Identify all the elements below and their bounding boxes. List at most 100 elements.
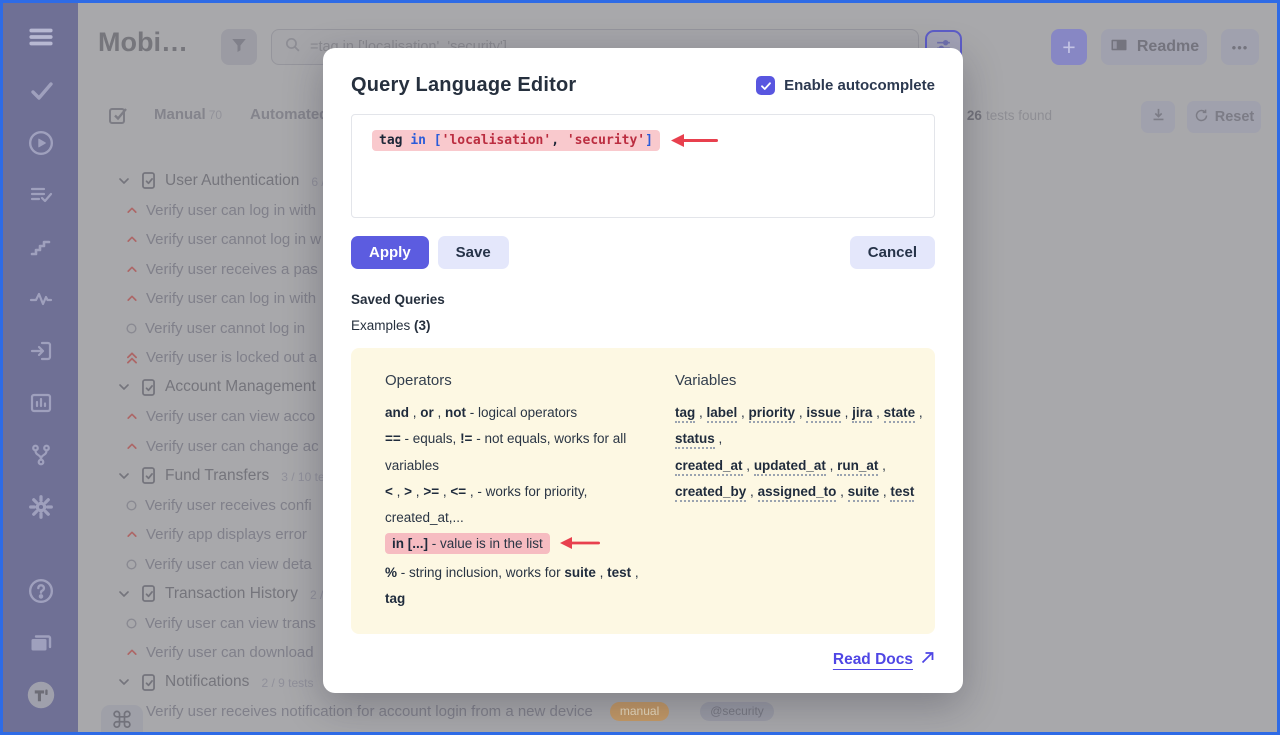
suite-title: Account Management xyxy=(165,378,316,396)
gear-icon[interactable] xyxy=(27,495,55,519)
variables-title: Variables xyxy=(675,372,923,389)
task-list-icon[interactable] xyxy=(27,183,55,207)
examples-text: Examples xyxy=(351,318,410,333)
priority-high-icon xyxy=(125,292,139,305)
bar-chart-icon[interactable] xyxy=(27,391,55,415)
checkbox-checked-icon[interactable] xyxy=(756,76,775,95)
help-text: , xyxy=(795,405,806,420)
project-title: Mobi… xyxy=(98,27,188,58)
tree-test-row[interactable]: Verify user receives notification for ac… xyxy=(102,697,1277,727)
help-text: , xyxy=(878,458,886,473)
suite-title: Fund Transfers xyxy=(165,467,269,485)
priority-high-icon xyxy=(125,263,139,276)
test-title: Verify user receives confi xyxy=(145,497,312,514)
help-text: , xyxy=(695,405,706,420)
results-number: 26 xyxy=(967,108,982,123)
query-language-editor-modal: Query Language Editor Enable autocomplet… xyxy=(323,48,963,693)
folders-icon[interactable] xyxy=(27,631,55,655)
tag-badge[interactable]: @security xyxy=(700,702,774,721)
saved-queries-label[interactable]: Saved Queries xyxy=(351,292,935,307)
variable-name: status xyxy=(675,431,715,449)
document-icon xyxy=(139,673,158,692)
suite-title: Transaction History xyxy=(165,585,298,603)
help-text: or xyxy=(420,405,434,420)
test-title: Verify user cannot log in xyxy=(145,320,305,337)
help-text: , xyxy=(412,484,423,499)
chevron-down-icon xyxy=(116,674,132,690)
help-text: , xyxy=(439,484,450,499)
branch-icon[interactable] xyxy=(27,443,55,467)
help-text: , xyxy=(872,405,883,420)
search-icon xyxy=(284,36,301,58)
reset-button[interactable]: Reset xyxy=(1187,101,1261,133)
help-line: variables xyxy=(385,453,675,479)
document-icon xyxy=(139,466,158,485)
test-title: Verify user can log in with xyxy=(146,202,316,219)
add-test-button[interactable]: + xyxy=(1051,29,1087,65)
tab-automated-label: Automated xyxy=(250,106,328,123)
priority-high-icon xyxy=(125,528,139,541)
filter-button[interactable] xyxy=(221,29,257,65)
apply-button[interactable]: Apply xyxy=(351,236,429,269)
activity-pulse-icon[interactable] xyxy=(27,287,55,311)
help-line: and , or , not - logical operators xyxy=(385,400,675,426)
read-docs-link[interactable]: Read Docs xyxy=(833,650,935,670)
help-text: - string inclusion, works for xyxy=(397,565,564,580)
examples-count: (3) xyxy=(414,318,431,333)
help-text: tag xyxy=(385,591,405,606)
book-icon xyxy=(1109,36,1129,59)
select-all-icon[interactable] xyxy=(106,103,130,132)
document-icon xyxy=(139,171,158,190)
modal-title: Query Language Editor xyxy=(351,74,576,97)
test-title: Verify user can view deta xyxy=(145,556,312,573)
help-text: , - works for priority, xyxy=(466,484,587,499)
code-token: [ xyxy=(434,133,442,148)
download-button[interactable] xyxy=(1141,101,1175,133)
help-circle-icon[interactable] xyxy=(27,579,55,603)
query-code-editor[interactable]: tag in ['localisation', 'security'] xyxy=(351,114,935,218)
reset-label: Reset xyxy=(1215,109,1255,125)
sidebar xyxy=(3,3,78,732)
red-arrow-icon xyxy=(559,533,601,559)
help-text: != xyxy=(460,431,472,446)
refresh-icon xyxy=(1194,108,1209,127)
funnel-icon xyxy=(230,36,248,59)
download-icon xyxy=(1150,106,1167,128)
help-text: suite xyxy=(564,565,596,580)
help-text: , xyxy=(737,405,748,420)
test-title: Verify user can view trans xyxy=(145,615,316,632)
cancel-button[interactable]: Cancel xyxy=(850,236,935,269)
menu-icon[interactable] xyxy=(27,23,55,51)
save-button[interactable]: Save xyxy=(438,236,509,269)
document-icon xyxy=(139,378,158,397)
play-circle-icon[interactable] xyxy=(27,131,55,155)
variable-name: test xyxy=(890,484,914,502)
manual-badge[interactable]: manual xyxy=(610,702,669,721)
readme-button[interactable]: Readme xyxy=(1101,29,1207,65)
suite-title: User Authentication xyxy=(165,172,299,190)
variables-column: Variables tag , label , priority , issue… xyxy=(675,372,923,612)
test-title: Verify app displays error xyxy=(146,526,307,543)
query-code[interactable]: tag in ['localisation', 'security'] xyxy=(372,130,660,151)
logo-icon[interactable] xyxy=(27,683,55,707)
query-help-panel: Operators and , or , not - logical opera… xyxy=(351,348,935,634)
red-arrow-icon xyxy=(670,133,718,153)
operators-title: Operators xyxy=(385,372,675,389)
suite-title: Notifications xyxy=(165,673,249,691)
tab-manual-label: Manual xyxy=(154,106,206,123)
help-text: == xyxy=(385,431,401,446)
more-options-button[interactable]: ••• xyxy=(1221,29,1259,65)
help-text: test xyxy=(607,565,631,580)
help-text: , xyxy=(715,431,723,446)
results-label: tests found xyxy=(986,108,1052,123)
variable-name: jira xyxy=(852,405,872,423)
autocomplete-toggle[interactable]: Enable autocomplete xyxy=(756,76,935,95)
keyboard-shortcut-tile[interactable]: ⌘ xyxy=(101,705,143,735)
variable-name: issue xyxy=(806,405,841,423)
examples-label[interactable]: Examples (3) xyxy=(351,318,935,333)
check-icon[interactable] xyxy=(27,79,55,103)
tab-manual[interactable]: Manual70 xyxy=(154,106,222,123)
steps-icon[interactable] xyxy=(27,235,55,259)
help-line: created_at,... xyxy=(385,505,675,531)
sign-in-icon[interactable] xyxy=(27,339,55,363)
